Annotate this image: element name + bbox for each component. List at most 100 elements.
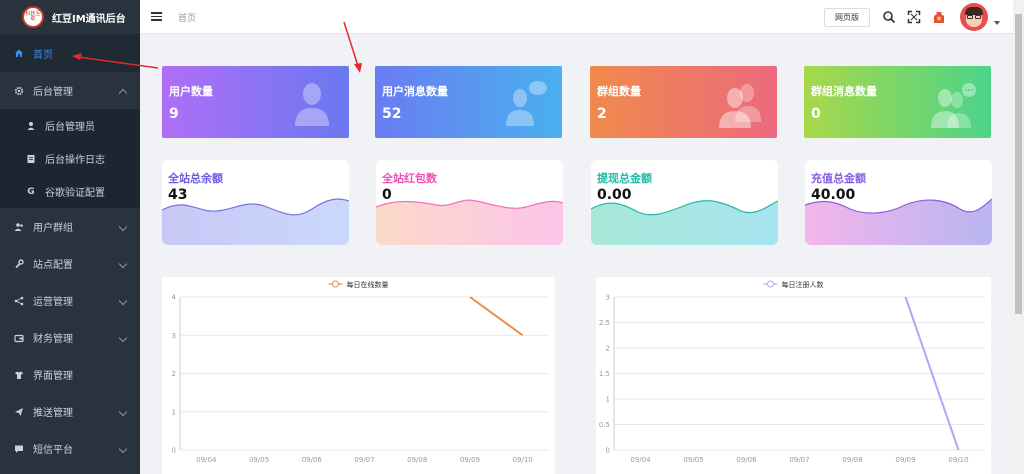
y-tick-label: 0	[606, 447, 610, 455]
caret-down-icon[interactable]	[994, 21, 1000, 25]
sidebar-item-admin-users[interactable]: 后台管理员	[0, 109, 140, 142]
log-icon	[26, 154, 36, 164]
wave-decoration	[591, 200, 778, 245]
brand-title: 红豆IM通讯后台	[52, 13, 126, 25]
red-packet-icon[interactable]	[932, 10, 946, 24]
sidebar-item-label: 后台操作日志	[45, 155, 105, 166]
stat-card-groups: 群组数量 2	[590, 66, 777, 138]
sidebar-item-site-config[interactable]: 站点配置	[0, 245, 140, 282]
legend-marker	[767, 280, 774, 288]
y-tick-label: 1	[172, 408, 176, 416]
y-tick-label: 2	[172, 370, 176, 378]
legend-label: 每日注册人数	[782, 280, 824, 289]
sidebar-item-finance[interactable]: 财务管理	[0, 319, 140, 356]
fullscreen-icon[interactable]	[907, 10, 921, 24]
sidebar-item-label: 短信平台	[33, 445, 73, 456]
sidebar-item-label: 界面管理	[33, 371, 73, 382]
breadcrumb[interactable]: 首页	[178, 11, 196, 24]
sidebar-item-label: 运营管理	[33, 297, 73, 308]
home-icon	[14, 48, 24, 58]
stat-label: 用户消息数量	[382, 85, 448, 98]
gear-icon	[14, 86, 24, 96]
chevron-down-icon	[118, 296, 128, 305]
y-tick-label: 2.5	[599, 319, 610, 327]
group-message-icon	[931, 83, 976, 128]
x-tick-label: 09/04	[630, 456, 651, 464]
chart-daily-online: 每日在线数量 0 1 2 3 4 09/04 09/05 09/06 09/07 09/08 09/0…	[162, 277, 555, 474]
stat-label: 群组消息数量	[811, 85, 877, 98]
y-tick-label: 3	[606, 294, 610, 302]
sidebar-item-label: 后台管理员	[45, 122, 95, 133]
x-tick-label: 09/04	[196, 456, 217, 464]
sidebar-item-label: 谷歌验证配置	[45, 188, 105, 199]
x-tick-label: 09/06	[302, 456, 323, 464]
finance-card-recharges: 充值总金额 40.00	[805, 160, 992, 245]
send-icon	[14, 407, 24, 417]
sidebar-item-label: 首页	[33, 49, 53, 61]
finance-card-total-balance: 全站总余额 43	[162, 160, 349, 245]
sidebar: 科技互助 红豆IM通讯后台 首页 后台管理 后台管理员 后台操作日志 G 谷歌验…	[0, 0, 140, 474]
scrollbar-thumb[interactable]	[1015, 14, 1022, 314]
sidebar-item-label: 站点配置	[33, 260, 73, 271]
finance-label: 全站红包数	[382, 172, 437, 185]
sms-icon	[14, 444, 24, 454]
sidebar-item-operations[interactable]: 运营管理	[0, 282, 140, 319]
user-icon	[26, 121, 36, 131]
y-tick-label: 1	[606, 396, 610, 404]
sidebar-item-sms[interactable]: 短信平台	[0, 430, 140, 467]
brand-logo-text: 科技互助	[25, 11, 41, 22]
share-icon	[14, 296, 24, 306]
x-tick-label: 09/08	[842, 456, 862, 464]
y-tick-label: 0.5	[599, 421, 610, 429]
wave-decoration	[162, 198, 349, 245]
y-tick-label: 3	[172, 332, 176, 340]
sidebar-item-google-auth[interactable]: G 谷歌验证配置	[0, 175, 140, 208]
x-tick-label: 09/05	[249, 456, 269, 464]
x-tick-label: 09/07	[354, 456, 374, 464]
shirt-icon	[14, 370, 24, 380]
chevron-down-icon	[118, 333, 128, 342]
finance-label: 提现总金额	[597, 172, 652, 185]
avatar[interactable]	[960, 3, 988, 31]
menu-toggle-icon[interactable]	[151, 12, 162, 21]
wrench-icon	[14, 258, 24, 269]
sidebar-item-label: 财务管理	[33, 334, 73, 345]
group-icon	[719, 84, 761, 128]
search-icon[interactable]	[882, 10, 896, 24]
x-tick-label: 09/06	[736, 456, 757, 464]
finance-card-withdrawals: 提现总金额 0.00	[591, 160, 778, 245]
sidebar-item-label: 后台管理	[33, 87, 73, 98]
sidebar-item-user-groups[interactable]: 用户群组	[0, 208, 140, 245]
y-tick-label: 4	[172, 294, 177, 302]
series-line	[469, 296, 524, 337]
y-tick-label: 1.5	[599, 370, 610, 378]
stat-card-group-messages: 群组消息数量 0	[804, 66, 991, 138]
legend-label: 每日在线数量	[347, 280, 389, 289]
chart-daily-registrations: 每日注册人数 0 0.5 1 1.5 2 2.5 3 09/04 09/05 09/06 09/07 0…	[596, 277, 991, 474]
sidebar-item-admin[interactable]: 后台管理	[0, 72, 140, 109]
sidebar-item-label: 用户群组	[33, 223, 73, 234]
google-icon: G	[27, 186, 35, 197]
stat-value: 0	[811, 106, 821, 122]
sidebar-item-push[interactable]: 推送管理	[0, 393, 140, 430]
chevron-down-icon	[118, 222, 128, 231]
chevron-down-icon	[118, 444, 128, 453]
stat-card-user-messages: 用户消息数量 52	[375, 66, 562, 138]
web-version-button[interactable]: 网页版	[824, 8, 870, 27]
submenu-admin: 后台管理员 后台操作日志 G 谷歌验证配置	[0, 109, 140, 208]
finance-label: 充值总金额	[811, 172, 866, 185]
x-tick-label: 09/08	[407, 456, 427, 464]
sidebar-item-ui[interactable]: 界面管理	[0, 356, 140, 393]
line-chart-svg: 每日注册人数 0 0.5 1 1.5 2 2.5 3 09/04 09/05 09/06 09/07 0…	[599, 280, 985, 464]
stat-value: 9	[169, 106, 179, 122]
x-tick-label: 09/10	[948, 456, 968, 464]
sidebar-item-admin-logs[interactable]: 后台操作日志	[0, 142, 140, 175]
x-tick-label: 09/07	[789, 456, 809, 464]
x-tick-label: 09/09	[460, 456, 480, 464]
wallet-icon	[14, 333, 24, 343]
wave-decoration	[805, 198, 992, 245]
wave-decoration	[376, 199, 563, 245]
sidebar-item-home[interactable]: 首页	[0, 34, 140, 72]
sidebar-item-label: 推送管理	[33, 408, 73, 419]
user-silhouette-icon	[295, 83, 329, 126]
